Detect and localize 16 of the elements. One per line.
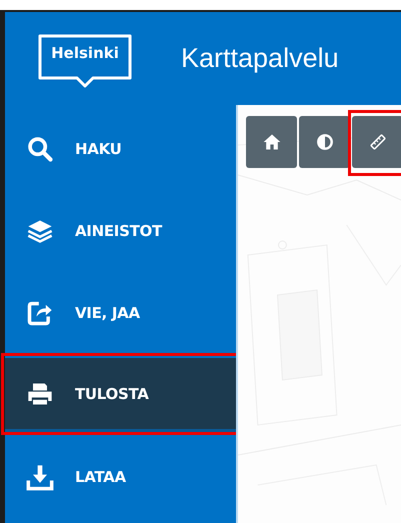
sidebar-item[interactable]: LATAA	[5, 440, 236, 514]
sidebar-item[interactable]: TULOSTA	[5, 358, 236, 432]
share-icon	[26, 299, 54, 327]
sidebar-item[interactable]: AINEISTOT	[5, 194, 236, 268]
contrast-icon	[314, 132, 334, 152]
helsinki-logo: Helsinki	[37, 34, 133, 90]
search-icon	[26, 135, 54, 163]
app-title: Karttapalvelu	[181, 43, 339, 74]
home-icon	[262, 132, 282, 152]
sidebar-item[interactable]: VIE, JAA	[5, 276, 236, 350]
measure-button[interactable]	[352, 116, 401, 168]
ruler-icon	[368, 132, 388, 152]
home-button[interactable]	[246, 116, 297, 168]
sidebar-item[interactable]: HAKU	[5, 112, 236, 186]
download-icon	[26, 463, 54, 491]
contrast-button[interactable]	[299, 116, 350, 168]
